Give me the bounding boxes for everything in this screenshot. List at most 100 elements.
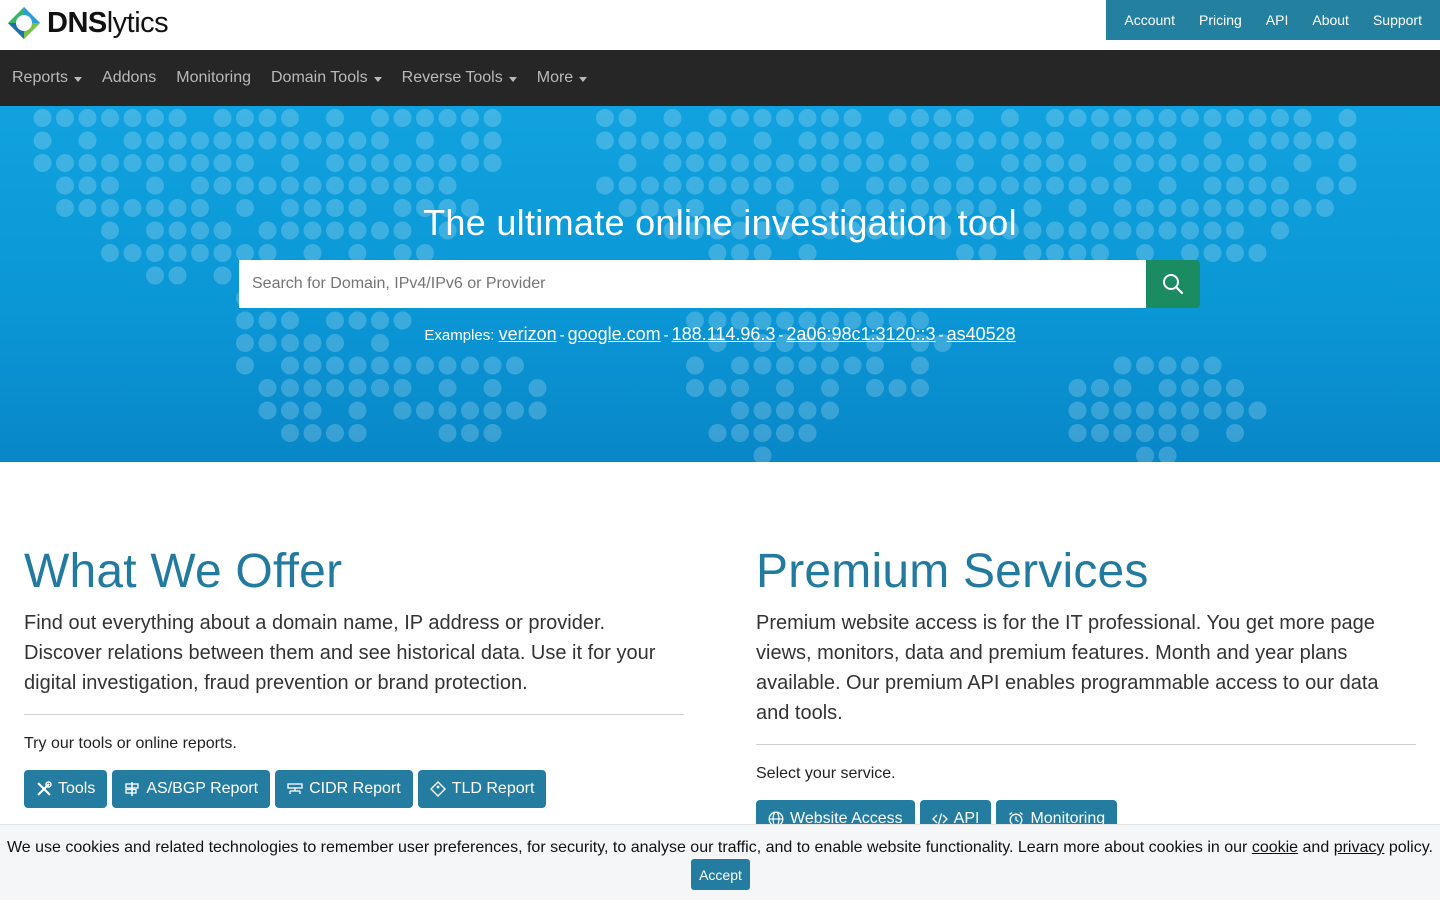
divider: [24, 714, 684, 715]
map-dot: [776, 154, 794, 172]
map-dot: [866, 356, 884, 375]
map-dot: [1136, 401, 1154, 420]
map-dot: [888, 154, 907, 172]
map-dot: [978, 131, 997, 150]
cidr-report-label: CIDR Report: [309, 780, 401, 797]
map-dot: [1158, 176, 1177, 195]
map-dot: [753, 401, 772, 420]
map-dot: [1158, 131, 1177, 150]
tools-button[interactable]: Tools: [24, 770, 108, 808]
map-dot: [438, 379, 457, 397]
map-dot: [506, 356, 524, 375]
map-dot: [1248, 244, 1267, 262]
map-dot: [1113, 109, 1132, 127]
nav-reverse-tools-label: Reverse Tools: [401, 69, 503, 86]
map-dot: [123, 109, 142, 127]
map-dot: [303, 176, 322, 195]
example-link-ipv4[interactable]: 188.114.96.3: [672, 324, 776, 344]
privacy-policy-link[interactable]: privacy: [1334, 839, 1385, 856]
nav-account-link[interactable]: Account: [1112, 0, 1187, 40]
map-dot: [1068, 176, 1087, 195]
map-dot: [866, 176, 884, 195]
cidr-report-button[interactable]: CIDR Report: [275, 770, 413, 808]
map-dot: [1293, 109, 1312, 127]
offer-buttons: Tools AS/BGP Report CIDR Report TLD Repo…: [24, 770, 684, 808]
map-dot: [1091, 379, 1109, 397]
map-dot: [1091, 131, 1109, 150]
accept-cookies-button[interactable]: Accept: [691, 859, 750, 890]
map-dot: [416, 401, 434, 420]
nav-domain-tools-dropdown[interactable]: Domain Tools: [261, 50, 392, 106]
nav-reverse-tools-dropdown[interactable]: Reverse Tools: [392, 50, 527, 106]
site-logo[interactable]: DNSlytics: [7, 6, 169, 40]
map-dot: [1113, 401, 1132, 420]
map-dot: [438, 176, 457, 195]
signpost-icon: [125, 782, 140, 796]
map-dot: [956, 176, 974, 195]
map-dot: [731, 109, 749, 127]
map-dot: [1226, 401, 1244, 420]
nav-more-dropdown[interactable]: More: [527, 50, 597, 106]
map-dot: [168, 154, 187, 172]
nav-reports-dropdown[interactable]: Reports: [2, 50, 92, 106]
example-link-ipv6[interactable]: 2a06:98c1:3120::3: [786, 324, 935, 344]
caret-down-icon: [508, 76, 517, 82]
nav-monitoring[interactable]: Monitoring: [166, 50, 261, 106]
map-dot: [281, 356, 299, 375]
map-dot: [618, 154, 637, 172]
map-dot: [708, 109, 727, 127]
map-dot: [168, 244, 187, 262]
map-dot: [866, 131, 884, 150]
map-dot: [33, 154, 52, 172]
tld-report-label: TLD Report: [451, 780, 535, 797]
search-input[interactable]: [239, 260, 1146, 308]
map-dot: [213, 176, 232, 195]
cookie-policy-link[interactable]: cookie: [1252, 839, 1298, 856]
map-dot: [1091, 424, 1109, 442]
map-dot: [393, 356, 412, 375]
map-dot: [483, 401, 502, 420]
map-dot: [348, 379, 367, 397]
map-dot: [326, 154, 344, 172]
map-dot: [168, 131, 187, 150]
map-dot: [1338, 176, 1357, 195]
nav-pricing-link[interactable]: Pricing: [1187, 0, 1254, 40]
map-dot: [596, 109, 614, 127]
example-link-asn[interactable]: as40528: [947, 324, 1016, 344]
map-dot: [236, 131, 254, 150]
map-dot: [303, 131, 322, 150]
nav-addons[interactable]: Addons: [92, 50, 166, 106]
logo-text: DNSlytics: [47, 7, 169, 39]
map-dot: [236, 176, 254, 195]
map-dot: [33, 131, 52, 150]
map-dot: [1023, 154, 1042, 172]
offer-description: Find out everything about a domain name,…: [24, 612, 656, 694]
map-dot: [888, 109, 907, 127]
map-dot: [438, 356, 457, 375]
map-dot: [1158, 356, 1177, 375]
map-dot: [1271, 109, 1289, 127]
examples-label: Examples:: [424, 327, 495, 344]
map-dot: [753, 356, 772, 375]
map-dot: [146, 154, 164, 172]
example-link-google[interactable]: google.com: [568, 324, 661, 344]
map-dot: [416, 131, 434, 150]
map-dot: [483, 424, 502, 442]
tld-report-button[interactable]: TLD Report: [417, 770, 547, 808]
as-bgp-report-button[interactable]: AS/BGP Report: [112, 770, 271, 808]
nav-support-link[interactable]: Support: [1361, 0, 1434, 40]
map-dot: [191, 244, 209, 262]
map-dot: [686, 379, 704, 397]
map-dot: [371, 109, 389, 127]
caret-down-icon: [579, 76, 588, 82]
search-button[interactable]: [1146, 260, 1200, 308]
map-dot: [821, 356, 839, 375]
map-dot: [1203, 244, 1222, 262]
nav-about-link[interactable]: About: [1300, 0, 1361, 40]
map-dot: [1248, 154, 1267, 172]
map-dot: [821, 379, 839, 397]
caret-down-icon: [373, 76, 382, 82]
nav-api-link[interactable]: API: [1254, 0, 1301, 40]
search-bar: [239, 260, 1200, 308]
example-link-verizon[interactable]: verizon: [499, 324, 557, 344]
